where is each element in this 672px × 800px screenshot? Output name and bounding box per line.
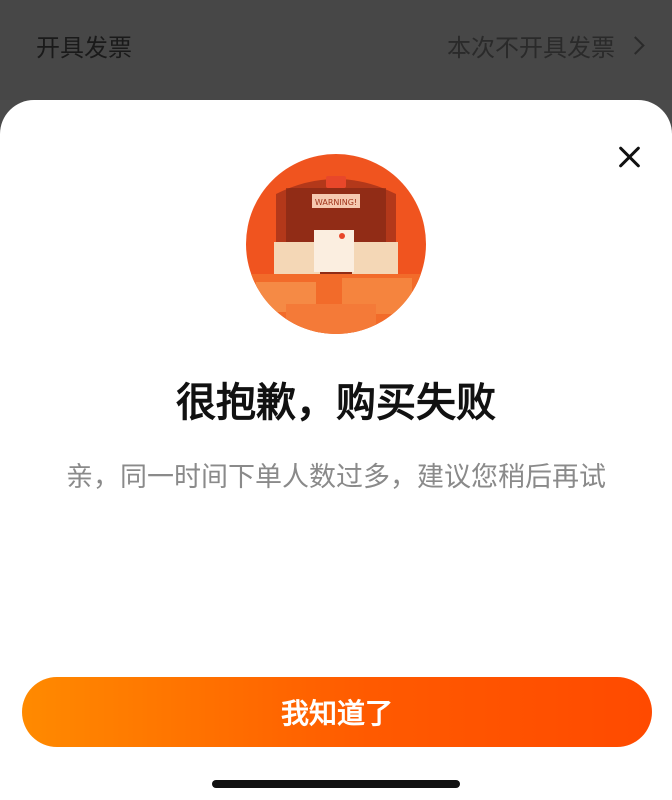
invoice-row[interactable]: 开具发票 本次不开具发票 [0, 0, 672, 100]
purchase-failed-dialog: WARNING! 很抱歉，购买失败 亲，同一时间下单人数过多，建议您稍后再试 我… [0, 100, 672, 800]
no-invoice-label: 本次不开具发票 [447, 34, 615, 62]
dialog-title: 很抱歉，购买失败 [176, 380, 496, 426]
warning-illustration: WARNING! [246, 154, 426, 334]
confirm-button[interactable]: 我知道了 [22, 677, 652, 747]
illustration-sign-text: WARNING! [315, 198, 357, 207]
no-invoice-option[interactable]: 本次不开具发票 [447, 28, 645, 63]
home-indicator [212, 780, 460, 788]
dialog-message: 亲，同一时间下单人数过多，建议您稍后再试 [66, 462, 606, 493]
close-icon[interactable] [614, 142, 644, 172]
chevron-right-icon [626, 36, 645, 55]
invoice-label: 开具发票 [36, 34, 132, 62]
